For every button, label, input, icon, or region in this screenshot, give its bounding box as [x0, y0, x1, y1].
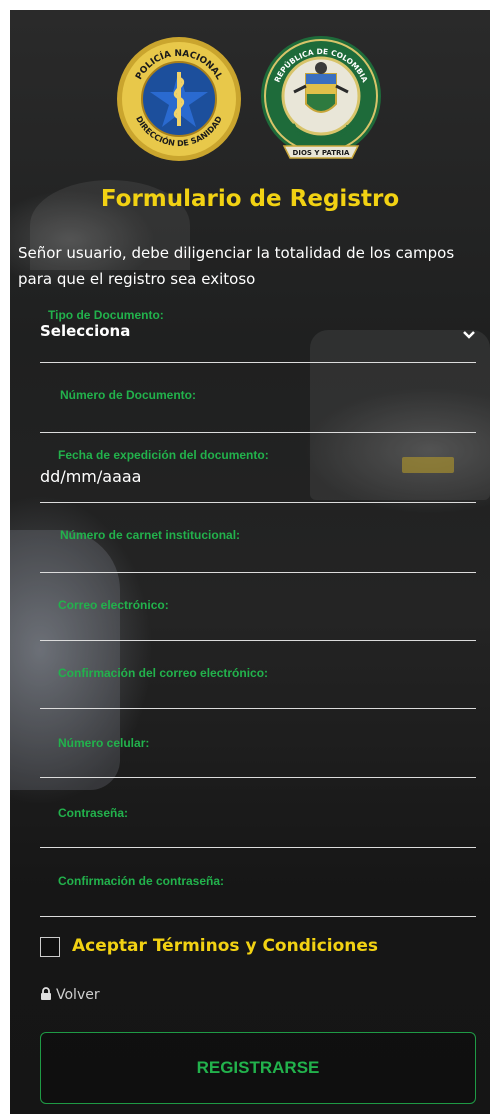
document-type-underline	[40, 362, 476, 363]
terms-checkbox[interactable]	[40, 937, 60, 957]
email-confirm-label: Confirmación del correo electrónico:	[58, 666, 269, 680]
terms-checkbox-row[interactable]: Aceptar Términos y Condiciones	[40, 936, 480, 960]
policia-nacional-logo: DIOS Y PATRIA REPÚBLICA DE COLOMBIA POLI…	[261, 36, 381, 159]
document-type-select[interactable]: Tipo de Documento: Selecciona	[40, 308, 476, 364]
password-confirm-field[interactable]: Confirmación de contraseña:	[40, 874, 476, 920]
policia-sanidad-logo: POLICÍA NACIONAL DIRECCIÓN DE SANIDAD	[117, 37, 241, 161]
email-confirm-underline	[40, 708, 476, 709]
password-underline	[40, 847, 476, 848]
document-type-value: Selecciona	[40, 322, 131, 340]
carnet-number-label: Número de carnet institucional:	[60, 528, 241, 542]
email-field[interactable]: Correo electrónico:	[40, 598, 476, 644]
chevron-down-icon	[463, 331, 475, 339]
carnet-number-field[interactable]: Número de carnet institucional:	[40, 528, 476, 574]
back-label: Volver	[56, 987, 100, 1003]
password-confirm-underline	[40, 916, 476, 917]
logo-right-bottom-text: DIOS Y PATRIA	[293, 149, 350, 157]
issue-date-field[interactable]: Fecha de expedición del documento: dd/mm…	[40, 448, 476, 504]
email-label: Correo electrónico:	[58, 598, 169, 612]
issue-date-value[interactable]: dd/mm/aaaa	[40, 467, 476, 486]
register-button[interactable]: REGISTRARSE	[40, 1032, 476, 1104]
password-field[interactable]: Contraseña:	[40, 806, 476, 852]
document-number-label: Número de Documento:	[60, 388, 197, 402]
registration-panel: POLICÍA NACIONAL DIRECCIÓN DE SANIDAD DI…	[10, 10, 490, 1114]
email-confirm-field[interactable]: Confirmación del correo electrónico:	[40, 666, 476, 712]
intro-text: Señor usuario, debe diligenciar la total…	[18, 244, 455, 288]
phone-label: Número celular:	[58, 736, 150, 750]
email-underline	[40, 640, 476, 641]
register-button-label: REGISTRARSE	[196, 1058, 320, 1077]
document-number-underline	[40, 432, 476, 433]
issue-date-label: Fecha de expedición del documento:	[58, 448, 269, 462]
document-type-label: Tipo de Documento:	[48, 308, 164, 322]
password-confirm-label: Confirmación de contraseña:	[58, 874, 225, 888]
lock-icon	[41, 987, 51, 1000]
document-number-field[interactable]: Número de Documento:	[40, 388, 476, 434]
password-label: Contraseña:	[58, 806, 129, 820]
carnet-number-underline	[40, 572, 476, 573]
terms-label[interactable]: Aceptar Términos y Condiciones	[72, 936, 378, 956]
phone-field[interactable]: Número celular:	[40, 736, 476, 782]
issue-date-underline	[40, 502, 476, 503]
page-title: Formulario de Registro	[100, 186, 400, 212]
logos: POLICÍA NACIONAL DIRECCIÓN DE SANIDAD DI…	[10, 34, 490, 174]
phone-underline	[40, 777, 476, 778]
back-link[interactable]: Volver	[40, 987, 100, 1003]
